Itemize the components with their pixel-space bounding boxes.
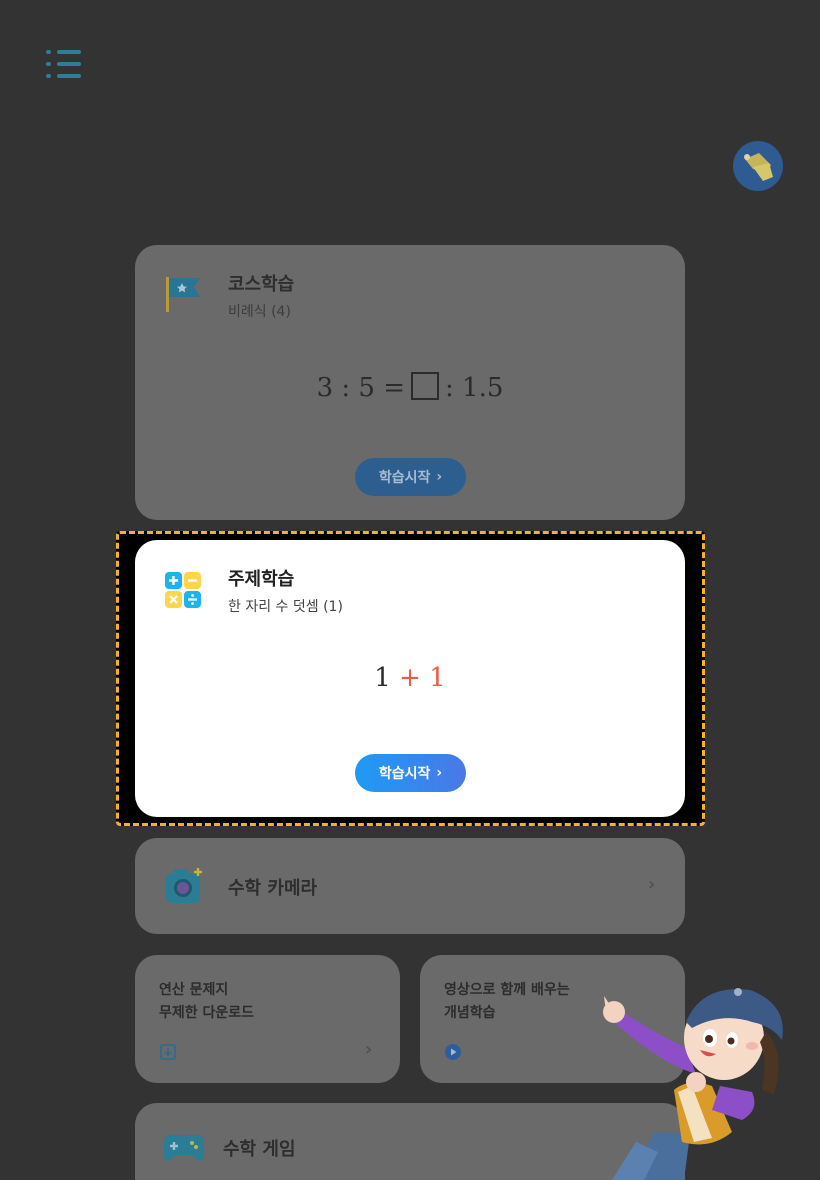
camera-icon — [166, 868, 202, 903]
formula-left: 3 : 5 = — [316, 373, 406, 403]
row-title: 수학 카메라 — [228, 878, 318, 899]
start-learning-button[interactable]: 학습시작 › — [355, 458, 466, 496]
topic-learning-card[interactable]: 주제학습 한 자리 수 덧셈 (1) 1 + 1 학습시작 › — [135, 540, 685, 817]
avatar-button[interactable] — [733, 141, 783, 191]
play-icon — [445, 1044, 461, 1060]
chevron-right-icon: › — [365, 1039, 373, 1060]
problem-preview: 1 + 1 — [135, 663, 685, 693]
button-label: 학습시작 — [378, 470, 431, 486]
chevron-right-icon: › — [436, 765, 443, 781]
blank-box — [411, 372, 440, 400]
course-learning-card[interactable]: 코스학습 비례식 (4) 3 : 5 = : 1.5 학습시작 › — [135, 245, 685, 520]
start-learning-button[interactable]: 학습시작 › — [355, 754, 466, 792]
chevron-right-icon: › — [648, 874, 656, 895]
card-subtitle: 한 자리 수 덧셈 (1) — [228, 599, 343, 615]
flag-icon — [166, 277, 200, 312]
calculator-symbols-icon — [165, 572, 201, 608]
card-text: 연산 문제지 무제한 다운로드 — [159, 982, 255, 1021]
download-icon — [160, 1044, 176, 1060]
card-text: 영상으로 함께 배우는 개념학습 — [444, 982, 570, 1021]
chevron-right-icon: › — [436, 469, 443, 485]
card-title: 코스학습 — [228, 274, 295, 295]
card-subtitle: 비례식 (4) — [228, 304, 291, 320]
card-title: 주제학습 — [228, 569, 295, 590]
formula-operand-a: 1 — [374, 663, 391, 693]
gamepad-icon — [164, 1135, 204, 1161]
mascot-character-image — [603, 988, 783, 1180]
formula-operator: + — [399, 663, 421, 693]
worksheet-download-card[interactable]: 연산 문제지 무제한 다운로드 › — [135, 955, 400, 1083]
character-avatar-icon — [744, 153, 773, 181]
math-camera-row[interactable]: 수학 카메라 › — [135, 838, 685, 934]
row-title: 수학 게임 — [223, 1139, 296, 1160]
problem-preview: 3 : 5 = : 1.5 — [135, 372, 685, 403]
button-label: 학습시작 — [378, 766, 431, 782]
formula-operand-b: 1 — [429, 663, 446, 693]
menu-button[interactable] — [46, 48, 84, 80]
formula-right: : 1.5 — [445, 373, 504, 403]
